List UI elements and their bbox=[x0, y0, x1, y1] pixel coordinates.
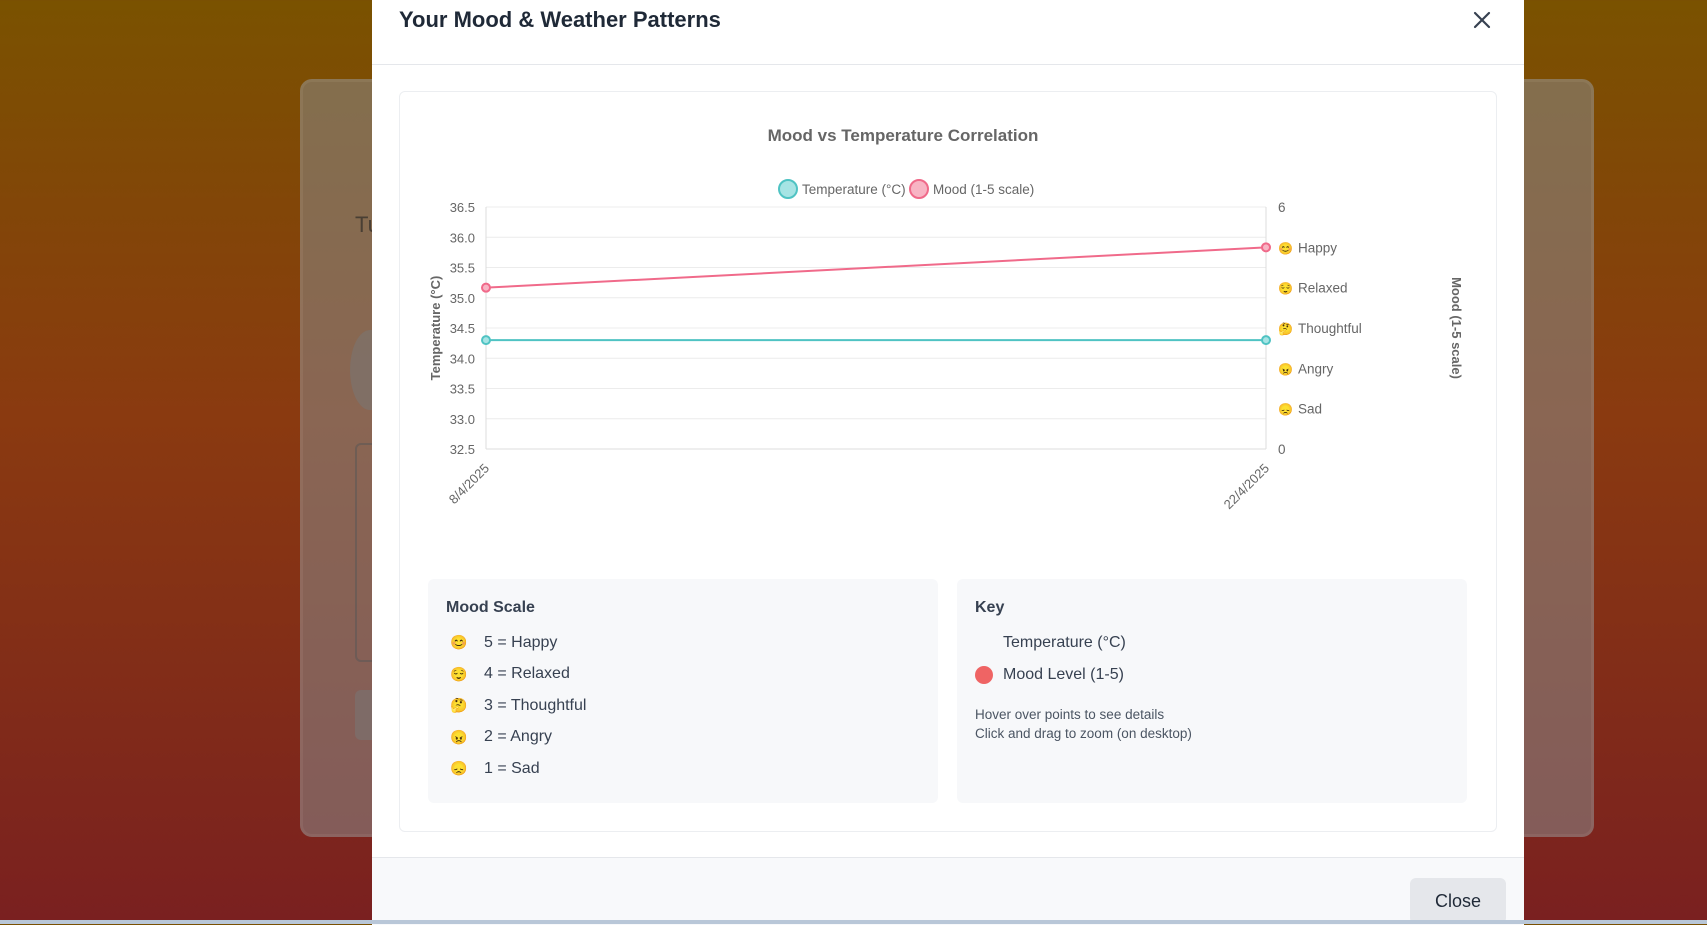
data-point[interactable] bbox=[1261, 242, 1271, 253]
mood-temperature-chart[interactable]: Mood vs Temperature Correlation Temperatu… bbox=[400, 92, 1498, 572]
y-right-axis-title: Mood (1-5 scale) bbox=[1449, 277, 1464, 379]
y-left-tick-label: 36.5 bbox=[450, 200, 475, 215]
mood-scale-label: 1 = Sad bbox=[484, 759, 540, 777]
mood-scale-label: 5 = Happy bbox=[484, 633, 558, 651]
y-right-tick-label: Happy bbox=[1298, 240, 1337, 255]
y-left-axis-title: Temperature (°C) bbox=[428, 276, 443, 381]
data-point[interactable] bbox=[481, 282, 491, 293]
mood-emoji-icon: 😊 bbox=[1278, 241, 1293, 255]
mood-emoji-icon: 🤔 bbox=[450, 697, 468, 714]
mood-emoji-icon: 😌 bbox=[450, 665, 468, 682]
mood-scale-item: 😠 2 = Angry bbox=[446, 722, 920, 754]
mood-emoji-icon: 😞 bbox=[1278, 403, 1293, 417]
key-panel: Key Temperature (°C) Mood Level (1-5) Ho… bbox=[957, 579, 1467, 803]
data-point[interactable] bbox=[1261, 335, 1271, 346]
key-note-hover: Hover over points to see details bbox=[975, 707, 1165, 722]
legend-label: Temperature (°C) bbox=[802, 182, 906, 197]
key-item-mood: Mood Level (1-5) bbox=[975, 659, 1449, 691]
mood-emoji-icon: 😞 bbox=[450, 760, 468, 777]
data-point[interactable] bbox=[481, 335, 491, 346]
y-right-tick-label: 6 bbox=[1278, 200, 1286, 215]
modal-footer: Close bbox=[372, 857, 1524, 925]
y-right-tick-label: Angry bbox=[1298, 361, 1334, 376]
temperature-key-swatch bbox=[975, 634, 993, 652]
chart-title: Mood vs Temperature Correlation bbox=[768, 126, 1039, 145]
key-label-mood: Mood Level (1-5) bbox=[1003, 666, 1124, 683]
key-label-temperature: Temperature (°C) bbox=[1003, 634, 1126, 651]
mood-emoji-icon: 😌 bbox=[1278, 282, 1293, 296]
y-left-tick-label: 34.5 bbox=[450, 321, 475, 336]
mood-emoji-icon: 🤔 bbox=[1278, 322, 1293, 336]
y-left-tick-label: 36.0 bbox=[450, 230, 475, 245]
y-left-tick-label: 33.0 bbox=[450, 412, 475, 427]
y-right-tick-label: 0 bbox=[1278, 442, 1286, 457]
mood-scale-label: 2 = Angry bbox=[484, 728, 553, 746]
mood-scale-item: 😞 1 = Sad bbox=[446, 753, 920, 785]
mood-emoji-icon: 😊 bbox=[450, 634, 468, 651]
chart-container: Mood vs Temperature Correlation Temperatu… bbox=[399, 91, 1497, 832]
close-icon[interactable] bbox=[1468, 6, 1496, 34]
mood-scale-item: 😊 5 = Happy bbox=[446, 627, 920, 659]
legend-swatch bbox=[778, 179, 798, 199]
mood-scale-item: 😌 4 = Relaxed bbox=[446, 659, 920, 691]
y-right-tick-label: Relaxed bbox=[1298, 281, 1348, 296]
x-tick-label: 8/4/2025 bbox=[446, 461, 492, 507]
mood-emoji-icon: 😠 bbox=[450, 728, 468, 745]
mood-scale-title: Mood Scale bbox=[446, 599, 535, 616]
bottom-scrollbar bbox=[0, 920, 1707, 924]
y-left-tick-label: 32.5 bbox=[450, 442, 475, 457]
mood-weather-modal: Your Mood & Weather Patterns Mood vs Tem… bbox=[372, 0, 1524, 925]
legend-label: Mood (1-5 scale) bbox=[933, 182, 1034, 197]
y-left-tick-label: 33.5 bbox=[450, 382, 475, 397]
mood-key-dot bbox=[975, 666, 993, 684]
key-note: Hover over points to see details Click a… bbox=[975, 705, 1449, 743]
y-left-tick-label: 34.0 bbox=[450, 351, 475, 366]
key-title: Key bbox=[975, 599, 1005, 616]
mood-scale-item: 🤔 3 = Thoughtful bbox=[446, 690, 920, 722]
key-item-temperature: Temperature (°C) bbox=[975, 627, 1449, 659]
mood-scale-panel: Mood Scale 😊 5 = Happy 😌 4 = Relaxed 🤔 3 = Th… bbox=[428, 579, 938, 803]
mood-emoji-icon: 😠 bbox=[1278, 362, 1293, 376]
modal-header: Your Mood & Weather Patterns bbox=[372, 0, 1524, 65]
y-left-tick-label: 35.5 bbox=[450, 261, 475, 276]
x-tick-label: 22/4/2025 bbox=[1221, 461, 1273, 513]
y-left-tick-label: 35.0 bbox=[450, 291, 475, 306]
y-right-tick-label: Sad bbox=[1298, 402, 1322, 417]
key-note-zoom: Click and drag to zoom (on desktop) bbox=[975, 726, 1192, 741]
close-button[interactable]: Close bbox=[1410, 878, 1506, 924]
modal-title: Your Mood & Weather Patterns bbox=[399, 7, 721, 32]
mood-scale-label: 4 = Relaxed bbox=[484, 665, 570, 683]
legend-swatch bbox=[909, 179, 929, 199]
mood-scale-label: 3 = Thoughtful bbox=[484, 696, 587, 714]
y-right-tick-label: Thoughtful bbox=[1298, 321, 1362, 336]
